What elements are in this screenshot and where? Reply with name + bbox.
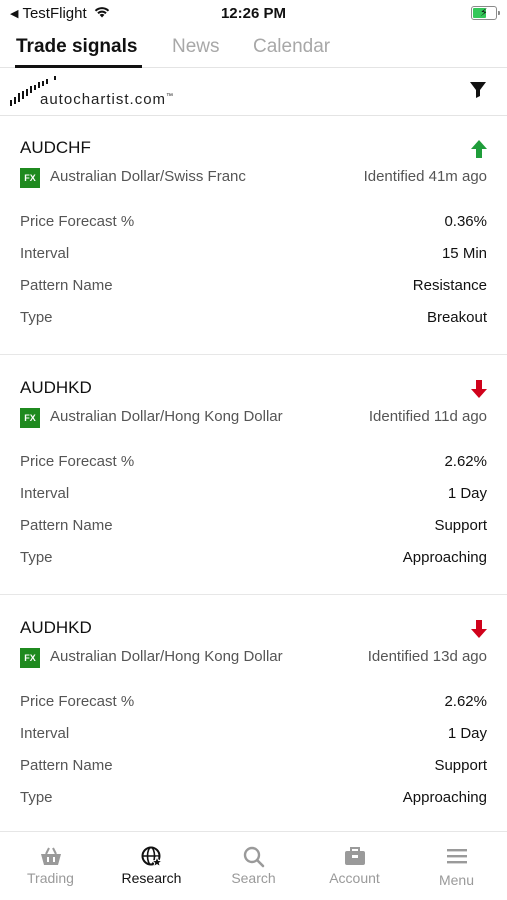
detail-row: Interval 1 Day bbox=[20, 485, 487, 507]
status-bar: ◀ TestFlight 12:26 PM ⚡ bbox=[0, 0, 507, 28]
nav-label: Search bbox=[231, 870, 276, 886]
identified-time: Identified 13d ago bbox=[367, 648, 487, 665]
detail-value: Support bbox=[434, 757, 487, 774]
detail-label: Price Forecast % bbox=[20, 693, 135, 710]
nav-label: Menu bbox=[438, 872, 475, 888]
identified-time: Identified 41m ago bbox=[363, 168, 487, 185]
provider-bar: autochartist.com™ bbox=[0, 69, 507, 116]
detail-row: Price Forecast % 2.62% bbox=[20, 453, 487, 475]
detail-label: Pattern Name bbox=[20, 517, 113, 534]
detail-value: 1 Day bbox=[447, 725, 487, 742]
detail-row: Type Breakout bbox=[20, 309, 487, 331]
signal-card[interactable]: AUDCHF FX Australian Dollar/Swiss Franc Ide… bbox=[0, 116, 507, 355]
signal-card[interactable]: AUDHKD FX Australian Dollar/Hong Kong Doll… bbox=[0, 356, 507, 595]
arrow-down-icon bbox=[471, 380, 487, 403]
detail-value: Approaching bbox=[402, 549, 487, 566]
nav-trading[interactable]: Trading bbox=[0, 832, 101, 900]
nav-search[interactable]: Search bbox=[203, 832, 304, 900]
detail-row: Pattern Name Resistance bbox=[20, 277, 487, 299]
signal-card[interactable]: AUDHKD FX Australian Dollar/Hong Kong Doll… bbox=[0, 596, 507, 835]
arrow-down-icon bbox=[471, 620, 487, 643]
detail-value: 15 Min bbox=[441, 245, 487, 262]
detail-label: Type bbox=[20, 549, 53, 566]
nav-account[interactable]: Account bbox=[304, 832, 405, 900]
instrument-name: Australian Dollar/Hong Kong Dollar bbox=[50, 648, 283, 665]
detail-row: Pattern Name Support bbox=[20, 757, 487, 779]
tab-calendar[interactable]: Calendar bbox=[253, 36, 330, 58]
status-time: 12:26 PM bbox=[220, 5, 287, 22]
tab-trade-signals[interactable]: Trade signals bbox=[16, 36, 137, 58]
nav-label: Account bbox=[329, 870, 380, 886]
detail-label: Type bbox=[20, 309, 53, 326]
detail-label: Type bbox=[20, 789, 53, 806]
nav-label: Research bbox=[121, 870, 182, 886]
detail-value: 1 Day bbox=[447, 485, 487, 502]
filter-funnel-icon[interactable] bbox=[469, 81, 487, 104]
active-tab-indicator bbox=[15, 65, 142, 68]
detail-row: Pattern Name Support bbox=[20, 517, 487, 539]
instrument-name: Australian Dollar/Hong Kong Dollar bbox=[50, 408, 283, 425]
detail-label: Interval bbox=[20, 725, 70, 742]
bottom-nav: Trading Research Search Account Menu bbox=[0, 831, 507, 900]
detail-value: Resistance bbox=[412, 277, 487, 294]
signal-symbol: AUDCHF bbox=[20, 138, 91, 157]
charging-bolt-icon: ⚡ bbox=[480, 7, 488, 19]
hamburger-menu-icon bbox=[406, 846, 507, 871]
detail-value: Approaching bbox=[402, 789, 487, 806]
briefcase-icon bbox=[304, 846, 405, 871]
signal-symbol: AUDHKD bbox=[20, 378, 92, 397]
nav-label: Trading bbox=[27, 870, 74, 886]
detail-row: Price Forecast % 2.62% bbox=[20, 693, 487, 715]
signal-symbol: AUDHKD bbox=[20, 618, 92, 637]
nav-menu[interactable]: Menu bbox=[406, 832, 507, 900]
arrow-up-icon bbox=[471, 140, 487, 163]
detail-row: Type Approaching bbox=[20, 789, 487, 811]
detail-row: Interval 15 Min bbox=[20, 245, 487, 267]
detail-value: 2.62% bbox=[444, 693, 487, 710]
fx-badge: FX bbox=[20, 648, 40, 668]
detail-row: Price Forecast % 0.36% bbox=[20, 213, 487, 235]
detail-label: Price Forecast % bbox=[20, 213, 135, 230]
detail-label: Price Forecast % bbox=[20, 453, 135, 470]
detail-label: Interval bbox=[20, 245, 70, 262]
tab-news[interactable]: News bbox=[172, 36, 220, 58]
battery-icon: ⚡ bbox=[471, 6, 500, 20]
fx-badge: FX bbox=[20, 408, 40, 428]
detail-label: Interval bbox=[20, 485, 70, 502]
detail-value: 2.62% bbox=[444, 453, 487, 470]
detail-value: 0.36% bbox=[444, 213, 487, 230]
autochartist-wordmark: autochartist.com™ bbox=[40, 91, 175, 108]
detail-value: Breakout bbox=[426, 309, 487, 326]
fx-badge: FX bbox=[20, 168, 40, 188]
detail-label: Pattern Name bbox=[20, 277, 113, 294]
detail-value: Support bbox=[434, 517, 487, 534]
detail-label: Pattern Name bbox=[20, 757, 113, 774]
detail-row: Interval 1 Day bbox=[20, 725, 487, 747]
search-icon bbox=[203, 846, 304, 873]
section-tabs: Trade signals News Calendar bbox=[0, 30, 507, 68]
detail-row: Type Approaching bbox=[20, 549, 487, 571]
identified-time: Identified 11d ago bbox=[368, 408, 487, 425]
instrument-name: Australian Dollar/Swiss Franc bbox=[50, 168, 246, 185]
basket-icon bbox=[0, 846, 101, 871]
nav-research[interactable]: Research bbox=[101, 832, 202, 900]
globe-star-icon bbox=[101, 846, 202, 873]
